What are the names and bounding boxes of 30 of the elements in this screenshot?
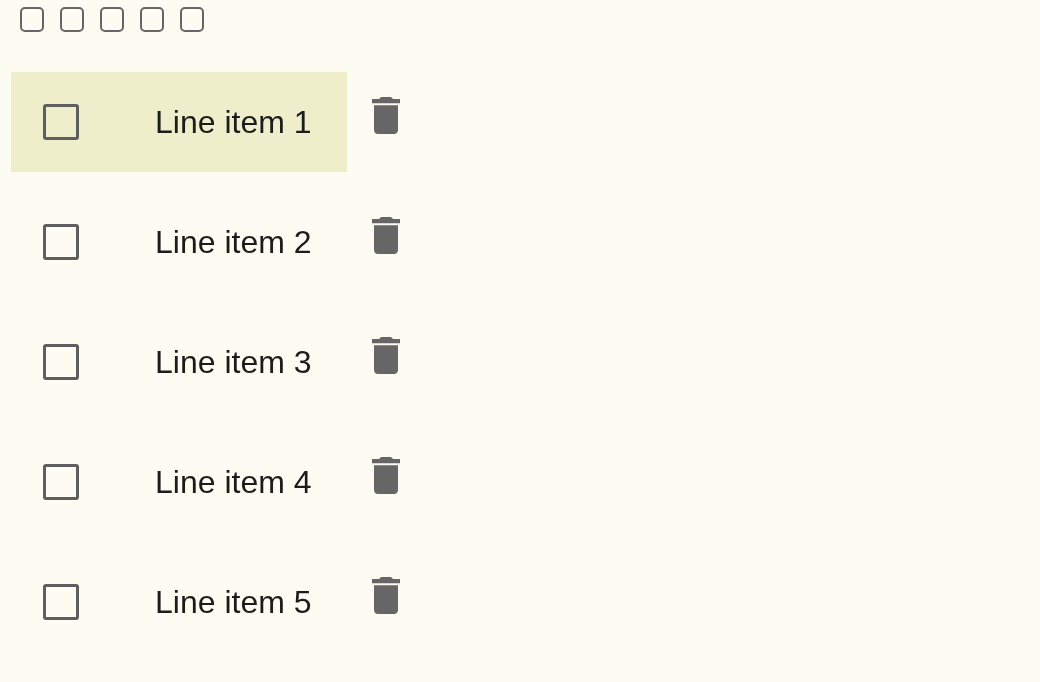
trash-icon xyxy=(372,217,400,254)
list-item[interactable]: Line item 5 xyxy=(11,552,347,652)
delete-button[interactable] xyxy=(372,97,400,134)
item-label: Line item 5 xyxy=(155,583,312,621)
item-label: Line item 4 xyxy=(155,463,312,501)
item-label: Line item 2 xyxy=(155,223,312,261)
checkbox[interactable] xyxy=(43,224,79,260)
trash-icon xyxy=(372,577,400,614)
list-item[interactable]: Line item 3 xyxy=(11,312,347,412)
item-label: Line item 1 xyxy=(155,103,312,141)
checkbox[interactable] xyxy=(43,344,79,380)
checkbox[interactable] xyxy=(20,7,44,32)
delete-button[interactable] xyxy=(372,577,400,614)
list-item[interactable]: Line item 1 xyxy=(11,72,347,172)
checkbox[interactable] xyxy=(43,584,79,620)
delete-button[interactable] xyxy=(372,457,400,494)
checkbox[interactable] xyxy=(43,104,79,140)
checkbox[interactable] xyxy=(180,7,204,32)
checkbox[interactable] xyxy=(43,464,79,500)
checkbox[interactable] xyxy=(140,7,164,32)
delete-button[interactable] xyxy=(372,337,400,374)
delete-button[interactable] xyxy=(372,217,400,254)
trash-icon xyxy=(372,337,400,374)
checkbox[interactable] xyxy=(60,7,84,32)
list-item[interactable]: Line item 2 xyxy=(11,192,347,292)
checkbox[interactable] xyxy=(100,7,124,32)
trash-icon xyxy=(372,97,400,134)
list-item[interactable]: Line item 4 xyxy=(11,432,347,532)
item-label: Line item 3 xyxy=(155,343,312,381)
trash-icon xyxy=(372,457,400,494)
